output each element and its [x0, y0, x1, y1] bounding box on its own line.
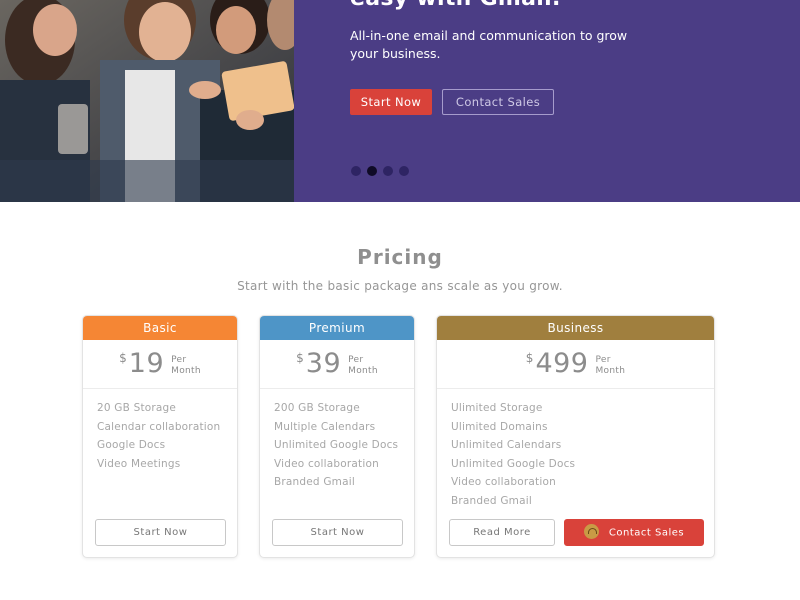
pricing-subtitle: Start with the basic package ans scale a… [237, 279, 563, 293]
business-contact-sales-button[interactable]: Contact Sales [564, 519, 704, 546]
feature-list: 20 GB Storage Calendar collaboration Goo… [83, 389, 237, 473]
hero-photo [0, 0, 294, 202]
basic-start-now-button[interactable]: Start Now [95, 519, 226, 546]
price-amount: 39 [305, 348, 342, 379]
price-row: $ 499 Per Month [437, 340, 714, 389]
pricing-card-premium: Premium $ 39 Per Month 200 GB Storage Mul… [259, 315, 415, 558]
pricing-title: Pricing [357, 245, 443, 269]
hero-subtitle: All-in-one email and communication to gr… [350, 28, 628, 61]
feature-item: Branded Gmail [451, 494, 532, 507]
carousel-dot-active[interactable] [367, 166, 377, 176]
carousel-dot[interactable] [351, 166, 361, 176]
feature-item: 200 GB Storage [274, 402, 360, 414]
support-headset-icon [583, 524, 599, 539]
contact-sales-button[interactable]: Contact Sales [442, 89, 554, 115]
premium-start-now-button[interactable]: Start Now [272, 519, 403, 546]
feature-item: Ulimited Domains [451, 420, 548, 433]
start-now-button[interactable]: Start Now [350, 89, 432, 115]
feature-list: 200 GB Storage Multiple Calendars Unlimi… [260, 389, 414, 492]
business-read-more-button[interactable]: Read More [449, 519, 555, 546]
feature-item: Video Meetings [97, 457, 181, 470]
plan-name: Basic [83, 316, 237, 340]
feature-item: Video collaboration [451, 476, 556, 489]
carousel-dots [351, 166, 409, 176]
plan-name: Business [437, 316, 714, 340]
currency-symbol: $ [296, 351, 304, 365]
feature-item: Multiple Calendars [274, 420, 376, 433]
currency-symbol: $ [525, 351, 534, 365]
price-row: $ 39 Per Month [260, 340, 414, 389]
currency-symbol: $ [119, 351, 127, 365]
feature-item: Unlimited Google Docs [451, 457, 576, 470]
price-amount: 499 [535, 348, 589, 379]
feature-item: Calendar collaboration [97, 420, 221, 433]
price-period: Per Month [595, 355, 626, 376]
price-period: Per Month [348, 355, 378, 376]
carousel-dot[interactable] [399, 166, 409, 176]
feature-item: Ulimited Storage [451, 402, 543, 414]
carousel-dot[interactable] [383, 166, 393, 176]
hero-banner: easy with Gmail. All-in-one email and co… [0, 0, 800, 202]
price-amount: 19 [128, 348, 165, 379]
price-period: Per Month [171, 355, 201, 376]
feature-list: Ulimited Storage Ulimited Domains Unlimi… [437, 389, 714, 511]
plan-name: Premium [260, 316, 414, 340]
hero-headline: easy with Gmail. [350, 0, 561, 11]
feature-item: Google Docs [97, 439, 166, 452]
feature-item: Unlimited Calendars [451, 439, 562, 452]
feature-item: Unlimited Google Docs [274, 439, 399, 452]
feature-item: Video collaboration [274, 457, 379, 470]
price-row: $ 19 Per Month [83, 340, 237, 389]
feature-item: 20 GB Storage [97, 402, 177, 414]
feature-item: Branded Gmail [274, 476, 355, 489]
pricing-card-basic: Basic $ 19 Per Month 20 GB Storage Calend… [82, 315, 238, 558]
pricing-card-business: Business $ 499 Per Month Ulimited Storage… [436, 315, 715, 558]
